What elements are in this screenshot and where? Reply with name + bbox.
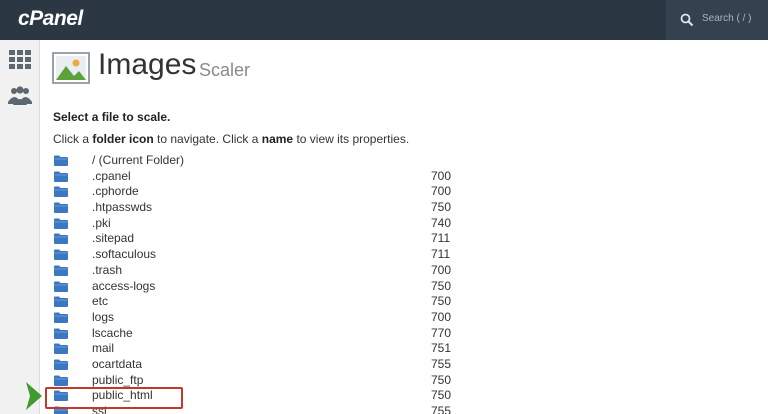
- instructions-heading: Select a file to scale.: [53, 110, 171, 124]
- file-row[interactable]: etc 750: [48, 293, 468, 309]
- file-permission: 711: [431, 231, 451, 246]
- instructions-text: Click a folder icon to navigate. Click a…: [53, 132, 410, 146]
- file-name[interactable]: / (Current Folder): [92, 153, 184, 167]
- cpanel-logo[interactable]: cPanel: [18, 7, 83, 31]
- file-name[interactable]: .sitepad: [92, 231, 134, 245]
- folder-icon[interactable]: [54, 202, 68, 214]
- file-permission: 770: [431, 325, 452, 340]
- folder-icon[interactable]: [54, 233, 68, 245]
- file-row[interactable]: .softaculous 711: [48, 246, 468, 262]
- folder-icon[interactable]: [54, 218, 68, 229]
- selection-highlight: [45, 387, 183, 409]
- file-name[interactable]: etc: [92, 294, 108, 308]
- file-list: / (Current Folder) .cpanel 700 .cphorde 700.…: [48, 152, 468, 414]
- folder-icon[interactable]: [54, 296, 68, 308]
- file-row[interactable]: .htpasswds 750: [48, 199, 468, 215]
- file-permission: 750: [431, 278, 452, 293]
- file-permission: 750: [431, 372, 452, 387]
- file-name[interactable]: ocartdata: [92, 357, 142, 371]
- folder-icon[interactable]: [54, 328, 68, 339]
- file-row[interactable]: .trash 700: [48, 262, 468, 278]
- file-permission: 750: [431, 388, 452, 403]
- top-bar: cPanel Search ( / ): [0, 0, 768, 40]
- folder-icon[interactable]: [54, 312, 68, 323]
- image-icon: [52, 52, 90, 84]
- file-permission: 740: [431, 215, 452, 230]
- file-name[interactable]: .cpanel: [92, 169, 131, 183]
- folder-icon[interactable]: [54, 171, 68, 182]
- folder-icon[interactable]: [54, 359, 68, 370]
- search-icon: [680, 13, 694, 27]
- file-permission: 755: [431, 356, 452, 371]
- file-row[interactable]: .sitepad 711: [48, 230, 468, 246]
- folder-icon[interactable]: [54, 343, 68, 355]
- file-permission: 750: [431, 294, 452, 309]
- folder-icon[interactable]: [54, 186, 68, 198]
- search-input[interactable]: Search ( / ): [702, 13, 751, 24]
- file-row[interactable]: .pki 740: [48, 215, 468, 231]
- file-row[interactable]: / (Current Folder): [48, 152, 468, 168]
- users-icon[interactable]: [8, 84, 32, 108]
- file-row[interactable]: .cpanel 700: [48, 168, 468, 184]
- file-name[interactable]: access-logs: [92, 279, 155, 293]
- file-row[interactable]: access-logs 750: [48, 278, 468, 294]
- folder-icon[interactable]: [54, 375, 68, 386]
- folder-icon[interactable]: [54, 249, 68, 261]
- file-name[interactable]: public_ftp: [92, 373, 143, 387]
- file-permission: 700: [431, 168, 452, 183]
- folder-icon[interactable]: [54, 281, 68, 292]
- file-row[interactable]: lscache 770: [48, 325, 468, 341]
- folder-icon[interactable]: [54, 265, 68, 276]
- file-name[interactable]: logs: [92, 310, 114, 324]
- file-permission: 711: [431, 247, 451, 262]
- file-row[interactable]: ocartdata 755: [48, 356, 468, 372]
- folder-icon[interactable]: [54, 155, 68, 166]
- file-row[interactable]: mail 751: [48, 340, 468, 356]
- file-name[interactable]: .softaculous: [92, 247, 156, 261]
- file-name[interactable]: mail: [92, 341, 114, 355]
- sidebar: [0, 40, 40, 414]
- file-permission: 755: [431, 404, 452, 414]
- grid-icon[interactable]: [8, 48, 32, 72]
- file-permission: 700: [431, 309, 452, 324]
- file-row[interactable]: .cphorde 700: [48, 183, 468, 199]
- arrow-right-icon: [26, 382, 42, 410]
- file-name[interactable]: lscache: [92, 326, 133, 340]
- file-permission: 751: [431, 341, 452, 356]
- file-name[interactable]: .cphorde: [92, 184, 139, 198]
- file-permission: 700: [431, 262, 452, 277]
- file-row[interactable]: logs 700: [48, 309, 468, 325]
- page-subtitle: Scaler: [199, 60, 251, 80]
- page-title: Images: [98, 48, 197, 81]
- file-row[interactable]: public_ftp 750: [48, 372, 468, 388]
- file-permission: 700: [431, 184, 452, 199]
- file-name[interactable]: .htpasswds: [92, 200, 152, 214]
- file-name[interactable]: .pki: [92, 216, 111, 230]
- search-box[interactable]: Search ( / ): [666, 0, 768, 40]
- file-name[interactable]: .trash: [92, 263, 122, 277]
- file-permission: 750: [431, 200, 452, 215]
